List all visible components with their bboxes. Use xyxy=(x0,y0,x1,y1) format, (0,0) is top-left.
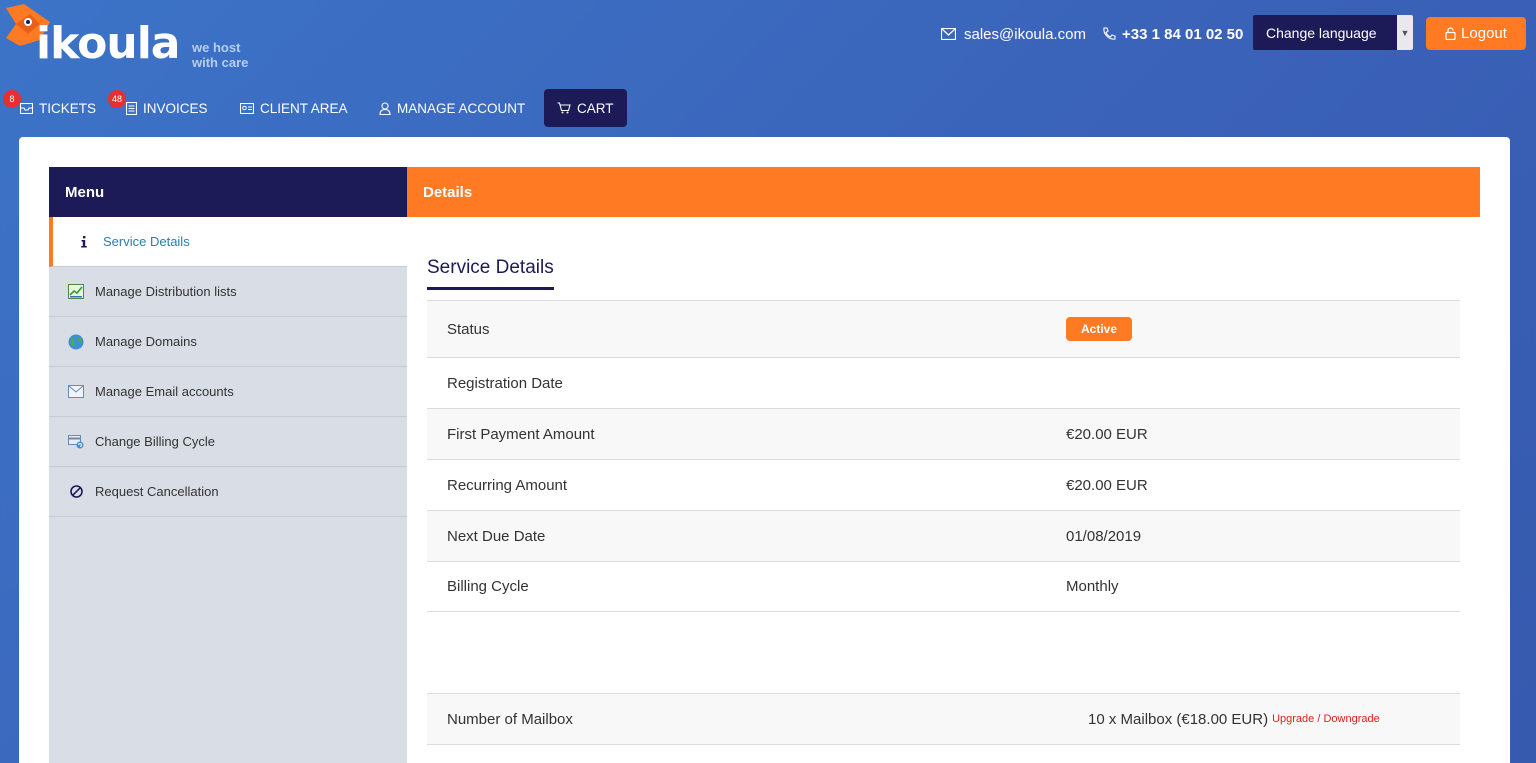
row-label: Next Due Date xyxy=(447,527,546,545)
cart-icon xyxy=(557,102,571,114)
nav-cart-label: CART xyxy=(577,100,614,116)
sidebar-item-email-accounts[interactable]: Manage Email accounts xyxy=(49,367,407,417)
table-row: Next Due Date 01/08/2019 xyxy=(427,510,1460,561)
nav-invoices-label: INVOICES xyxy=(143,100,208,116)
main-nav: 8 TICKETS 48 INVOICES CLIENT AREA MANAGE… xyxy=(0,89,700,127)
brand-name: ikoula xyxy=(36,18,180,69)
document-icon xyxy=(126,101,137,115)
tickets-count-badge: 8 xyxy=(3,90,21,108)
sidebar-menu: Menu Service Details Manage Distribution… xyxy=(49,167,407,763)
status-badge: Active xyxy=(1066,317,1133,341)
envelope-icon xyxy=(20,102,33,114)
table-row: Status Active xyxy=(427,300,1460,357)
sidebar-item-label: Manage Distribution lists xyxy=(95,284,237,299)
table-row: Registration Date xyxy=(427,357,1460,408)
sidebar-item-label: Change Billing Cycle xyxy=(95,434,215,449)
service-details-table: Status Active Registration Date First Pa… xyxy=(427,300,1460,612)
nav-client-area-label: CLIENT AREA xyxy=(260,100,348,116)
sidebar-item-label: Manage Domains xyxy=(95,334,197,349)
nav-invoices[interactable]: INVOICES xyxy=(126,89,208,127)
globe-icon xyxy=(67,333,85,351)
sales-email: sales@ikoula.com xyxy=(964,25,1086,43)
logout-label: Logout xyxy=(1461,25,1507,42)
details-header: Details xyxy=(407,167,1480,217)
sidebar-item-label: Request Cancellation xyxy=(95,484,219,499)
content-card: Menu Service Details Manage Distribution… xyxy=(19,137,1510,763)
info-icon xyxy=(75,233,93,251)
row-value: €20.00 EUR xyxy=(1066,425,1148,443)
id-card-icon xyxy=(240,102,254,114)
lock-icon xyxy=(1445,27,1456,40)
logout-button[interactable]: Logout xyxy=(1426,17,1526,50)
row-label: Billing Cycle xyxy=(447,578,529,595)
sidebar-item-label: Service Details xyxy=(103,234,190,249)
phone-link[interactable]: +33 1 84 01 02 50 xyxy=(1102,24,1243,44)
nav-manage-account[interactable]: MANAGE ACCOUNT xyxy=(379,89,525,127)
nav-cart[interactable]: CART xyxy=(544,89,627,127)
mailbox-row: Number of Mailbox 10 x Mailbox (€18.00 E… xyxy=(427,693,1460,745)
nav-tickets-label: TICKETS xyxy=(39,100,97,116)
section-title: Service Details xyxy=(427,257,554,290)
sidebar-item-request-cancellation[interactable]: Request Cancellation xyxy=(49,467,407,517)
row-value: Active xyxy=(1066,317,1460,341)
table-row: Billing Cycle Monthly xyxy=(427,561,1460,612)
sidebar-item-distribution-lists[interactable]: Manage Distribution lists xyxy=(49,267,407,317)
envelope-icon xyxy=(941,28,956,40)
sidebar-title: Menu xyxy=(49,167,407,217)
table-row: Recurring Amount €20.00 EUR xyxy=(427,459,1460,510)
ikoula-logo[interactable]: ikoula we host with care xyxy=(0,0,260,80)
chevron-down-icon[interactable]: ▼ xyxy=(1397,15,1413,50)
ban-icon xyxy=(67,483,85,501)
language-select[interactable]: Change language ▼ xyxy=(1253,15,1413,50)
sidebar-item-label: Manage Email accounts xyxy=(95,384,234,399)
row-label: First Payment Amount xyxy=(447,425,595,443)
sales-email-link[interactable]: sales@ikoula.com xyxy=(941,24,1086,44)
mailbox-label: Number of Mailbox xyxy=(447,710,573,728)
sidebar-item-billing-cycle[interactable]: Change Billing Cycle xyxy=(49,417,407,467)
mailbox-value: 10 x Mailbox (€18.00 EUR) xyxy=(1088,710,1269,728)
table-row: First Payment Amount €20.00 EUR xyxy=(427,408,1460,459)
user-icon xyxy=(379,101,391,115)
nav-manage-account-label: MANAGE ACCOUNT xyxy=(397,100,526,116)
row-value: €20.00 EUR xyxy=(1066,476,1148,494)
sidebar-item-domains[interactable]: Manage Domains xyxy=(49,317,407,367)
row-label: Registration Date xyxy=(447,374,563,392)
upgrade-downgrade-link[interactable]: Upgrade / Downgrade xyxy=(1272,713,1380,725)
brand-tagline: we host with care xyxy=(192,40,249,70)
row-label: Status xyxy=(447,320,490,338)
row-label: Recurring Amount xyxy=(447,476,568,494)
language-select-label: Change language xyxy=(1266,24,1377,41)
phone-icon xyxy=(1103,27,1116,40)
sidebar-item-service-details[interactable]: Service Details xyxy=(49,217,407,267)
row-value: Monthly xyxy=(1066,578,1119,595)
nav-client-area[interactable]: CLIENT AREA xyxy=(240,89,348,127)
nav-tickets[interactable]: TICKETS xyxy=(20,89,96,127)
list-chart-icon xyxy=(67,283,85,301)
phone-number: +33 1 84 01 02 50 xyxy=(1122,25,1244,43)
row-value: 01/08/2019 xyxy=(1066,527,1142,545)
mail-icon xyxy=(67,383,85,401)
billing-cycle-icon xyxy=(67,433,85,451)
invoices-count-badge: 48 xyxy=(108,90,126,108)
